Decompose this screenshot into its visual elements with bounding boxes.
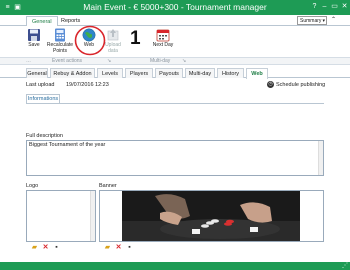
logo-scrollbar[interactable] bbox=[90, 191, 95, 241]
minimize-button[interactable]: – bbox=[320, 2, 329, 12]
upload-data-label: Upload data bbox=[105, 42, 121, 54]
chevron-up-icon[interactable]: ⌃ bbox=[331, 16, 336, 23]
schedule-publishing-button[interactable]: ◷ Schedule publishing bbox=[267, 81, 325, 88]
schedule-publishing-label: Schedule publishing bbox=[276, 81, 326, 88]
banner-poker-image bbox=[100, 191, 323, 241]
upload-icon bbox=[106, 28, 120, 42]
tab-levels[interactable]: Levels bbox=[97, 68, 123, 78]
save-icon[interactable]: ▪ bbox=[126, 244, 133, 251]
close-button[interactable]: ✕ bbox=[340, 2, 349, 12]
save-button[interactable]: Save bbox=[24, 28, 44, 49]
next-day-button[interactable]: Next Day bbox=[151, 28, 175, 49]
full-description-value: Biggest Tournament of the year bbox=[29, 142, 106, 148]
description-scrollbar[interactable] bbox=[318, 141, 323, 175]
recalculate-points-button[interactable]: Recalculate Points bbox=[45, 28, 75, 54]
open-folder-icon[interactable]: ▰ bbox=[104, 244, 111, 251]
ribbon-tabs: General Reports Summary ▾ ⌃ bbox=[0, 15, 350, 27]
resize-grip-icon[interactable]: ⋰ bbox=[342, 262, 348, 270]
last-upload-label: Last upload bbox=[26, 82, 55, 88]
expand-icon[interactable]: … bbox=[26, 58, 31, 65]
group-label-multi-day: Multi-day bbox=[150, 58, 171, 64]
delete-icon[interactable]: ✕ bbox=[42, 244, 49, 251]
level-number: 1 bbox=[130, 28, 141, 49]
upload-data-button[interactable]: Upload data bbox=[102, 28, 124, 54]
window-title: Main Event - € 5000+300 - Tournament man… bbox=[83, 2, 267, 12]
save-icon[interactable]: ▪ bbox=[53, 244, 60, 251]
logo-image-area[interactable] bbox=[26, 190, 96, 242]
tab-multi-day[interactable]: Multi-day bbox=[185, 68, 215, 78]
tab-history[interactable]: History bbox=[217, 68, 244, 78]
calculator-icon bbox=[53, 28, 67, 42]
tab-informations[interactable]: Informations bbox=[26, 94, 60, 103]
save-label: Save bbox=[28, 42, 40, 48]
restore-button[interactable]: ▭ bbox=[330, 2, 339, 12]
logo-label: Logo bbox=[26, 183, 39, 189]
ribbon-group-bar: … Event actions ↘ Multi-day ↘ bbox=[0, 57, 350, 65]
summary-select-value: Summary bbox=[300, 18, 322, 24]
main-tabs: General Rebuy & Addon Levels Players Pay… bbox=[0, 67, 350, 79]
group-label-event-actions: Event actions bbox=[52, 58, 83, 64]
delete-icon[interactable]: ✕ bbox=[115, 244, 122, 251]
banner-label: Banner bbox=[99, 183, 117, 189]
recalculate-points-label: Recalculate Points bbox=[46, 42, 74, 54]
expand-icon[interactable]: ↘ bbox=[182, 58, 186, 65]
tab-payouts[interactable]: Payouts bbox=[155, 68, 183, 78]
last-upload: Last upload 19/07/2016 12:23 bbox=[26, 82, 109, 88]
divider bbox=[26, 103, 324, 104]
expand-icon[interactable]: ↘ bbox=[107, 58, 111, 65]
full-description-label: Full description bbox=[26, 133, 63, 139]
next-day-label: Next Day bbox=[152, 42, 174, 48]
banner-image-area[interactable] bbox=[99, 190, 324, 242]
summary-select[interactable]: Summary ▾ bbox=[297, 16, 327, 25]
tab-web[interactable]: Web bbox=[246, 68, 268, 79]
tab-general[interactable]: General bbox=[26, 68, 48, 78]
last-upload-value: 19/07/2016 12:23 bbox=[65, 82, 109, 88]
full-description-field[interactable]: Biggest Tournament of the year bbox=[26, 140, 324, 176]
help-button[interactable]: ? bbox=[310, 2, 319, 12]
chevron-down-icon: ▾ bbox=[322, 18, 325, 24]
tab-players[interactable]: Players bbox=[125, 68, 153, 78]
status-bar: ⋰ bbox=[0, 262, 350, 270]
title-bar: ≡ ▣ Main Event - € 5000+300 - Tournament… bbox=[0, 0, 350, 15]
calendar-icon bbox=[156, 28, 170, 42]
ribbon: Save Recalculate Points Web Upload data … bbox=[0, 25, 350, 57]
open-folder-icon[interactable]: ▰ bbox=[31, 244, 38, 251]
clock-icon: ◷ bbox=[267, 81, 274, 88]
tab-rebuy-addon[interactable]: Rebuy & Addon bbox=[50, 68, 95, 78]
save-icon bbox=[27, 28, 41, 42]
